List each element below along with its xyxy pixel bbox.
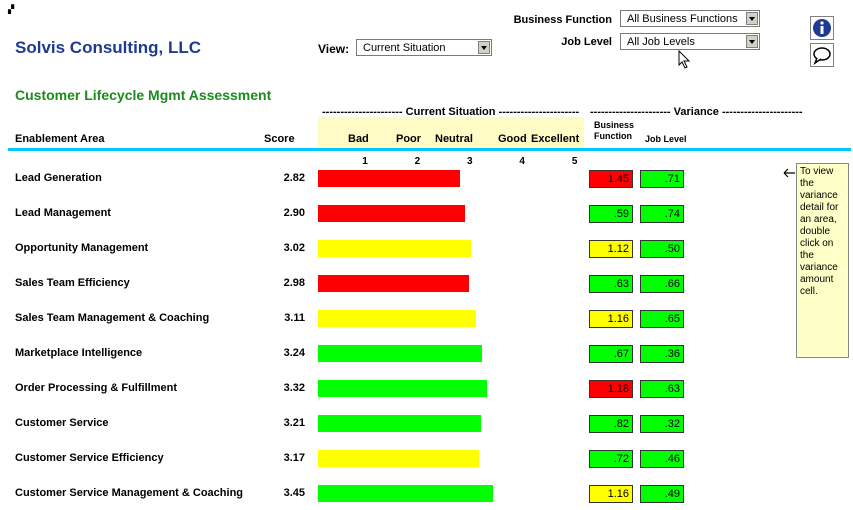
row-enablement-area: Sales Team Management & Coaching <box>15 312 210 324</box>
row-score-bar <box>318 485 493 502</box>
job-level-variance-cell[interactable]: .50 <box>640 240 684 258</box>
business-function-variance-cell[interactable]: 1.18 <box>589 380 633 398</box>
row-score-bar <box>318 240 471 257</box>
row-score: 3.02 <box>283 242 305 254</box>
row-score: 3.21 <box>283 417 305 429</box>
scale-tick-label: 3 <box>467 156 473 167</box>
business-function-header: Business Function <box>594 120 635 141</box>
row-score: 3.11 <box>284 312 305 324</box>
business-function-variance-cell[interactable]: 1.16 <box>589 310 633 328</box>
chevron-down-icon[interactable] <box>746 35 758 48</box>
job-level-variance-cell[interactable]: .32 <box>640 415 684 433</box>
business-function-variance-cell[interactable]: 1.16 <box>589 485 633 503</box>
comment-button[interactable] <box>810 43 834 67</box>
mouse-cursor-icon <box>678 50 691 69</box>
job-level-value: All Job Levels <box>627 36 695 48</box>
variance-help-note: To view the variance detail for an area,… <box>796 163 849 358</box>
job-level-variance-cell[interactable]: .74 <box>640 205 684 223</box>
row-enablement-area: Sales Team Efficiency <box>15 277 130 289</box>
score-header: Score <box>264 133 295 145</box>
business-function-variance-cell[interactable]: .82 <box>589 415 633 433</box>
scale-tick-label: 5 <box>571 156 578 167</box>
row-enablement-area: Customer Service Management & Coaching <box>15 487 244 499</box>
job-level-variance-cell[interactable]: .46 <box>640 450 684 468</box>
business-function-select[interactable]: All Business Functions <box>620 10 760 27</box>
scale-tick-label: 2 <box>414 156 421 167</box>
job-level-variance-cell[interactable]: .65 <box>640 310 684 328</box>
job-level-variance-cell[interactable]: .49 <box>640 485 684 503</box>
row-score: 2.90 <box>283 207 305 219</box>
row-enablement-area: Lead Management <box>15 207 111 219</box>
row-score: 2.98 <box>283 277 305 289</box>
row-score-bar <box>318 380 487 397</box>
business-function-variance-cell[interactable]: 1.12 <box>589 240 633 258</box>
row-score: 3.32 <box>283 382 305 394</box>
scale-tick-label: 4 <box>519 156 525 167</box>
business-function-variance-cell[interactable]: .67 <box>589 345 633 363</box>
job-level-variance-cell[interactable]: .36 <box>640 345 684 363</box>
row-enablement-area: Order Processing & Fulfillment <box>15 382 177 394</box>
job-level-variance-cell[interactable]: .63 <box>640 380 684 398</box>
row-enablement-area: Opportunity Management <box>15 242 149 254</box>
business-function-variance-cell[interactable]: .63 <box>589 275 633 293</box>
row-score-bar <box>318 345 482 362</box>
view-label: View: <box>318 42 350 56</box>
row-score-bar <box>318 310 476 327</box>
assessment-title: Customer Lifecycle Mgmt Assessment <box>15 87 272 103</box>
job-level-select[interactable]: All Job Levels <box>620 33 760 50</box>
row-score-bar <box>318 205 465 222</box>
current-situation-group-header: ---------------------- Current Situation… <box>322 106 580 118</box>
header-divider <box>8 148 851 151</box>
row-enablement-area: Customer Service Efficiency <box>15 452 164 464</box>
row-score-bar <box>318 275 469 292</box>
business-function-variance-cell[interactable]: .59 <box>589 205 633 223</box>
app-icon: ▞ <box>8 5 15 14</box>
view-select[interactable]: Current Situation <box>356 39 492 56</box>
neutral-header: Neutral <box>435 133 473 145</box>
business-function-label: Business Function <box>513 14 612 26</box>
info-button[interactable] <box>810 16 834 40</box>
row-score: 2.82 <box>283 172 305 184</box>
row-score-bar <box>318 450 479 467</box>
row-score: 3.17 <box>283 452 305 464</box>
company-name: Solvis Consulting, LLC <box>15 38 202 57</box>
business-function-variance-cell[interactable]: .72 <box>589 450 633 468</box>
row-score-bar <box>318 415 481 432</box>
row-enablement-area: Lead Generation <box>15 172 102 184</box>
scale-tick-label: 1 <box>362 156 368 167</box>
business-function-variance-cell[interactable]: 1.45 <box>589 170 633 188</box>
job-level-header: Job Level <box>645 134 687 144</box>
business-function-value: All Business Functions <box>627 13 738 25</box>
row-score-bar <box>318 170 460 187</box>
enablement-area-header: Enablement Area <box>15 133 105 145</box>
row-enablement-area: Customer Service <box>15 417 109 429</box>
bad-header: Bad <box>348 133 369 145</box>
chevron-down-icon[interactable] <box>478 41 490 54</box>
row-enablement-area: Marketplace Intelligence <box>15 347 143 359</box>
info-icon <box>813 19 831 37</box>
row-score: 3.24 <box>283 347 305 359</box>
job-level-variance-cell[interactable]: .71 <box>640 170 684 188</box>
left-arrow-icon <box>783 168 795 178</box>
view-select-value: Current Situation <box>363 42 446 54</box>
poor-header: Poor <box>396 133 422 145</box>
speech-bubble-icon <box>813 47 831 65</box>
good-header: Good <box>498 133 527 145</box>
variance-group-header: ---------------------- Variance --------… <box>590 106 803 118</box>
job-level-label: Job Level <box>561 36 612 48</box>
chevron-down-icon[interactable] <box>746 12 758 25</box>
row-score: 3.45 <box>283 487 305 499</box>
excellent-header: Excellent <box>531 133 580 145</box>
job-level-variance-cell[interactable]: .66 <box>640 275 684 293</box>
